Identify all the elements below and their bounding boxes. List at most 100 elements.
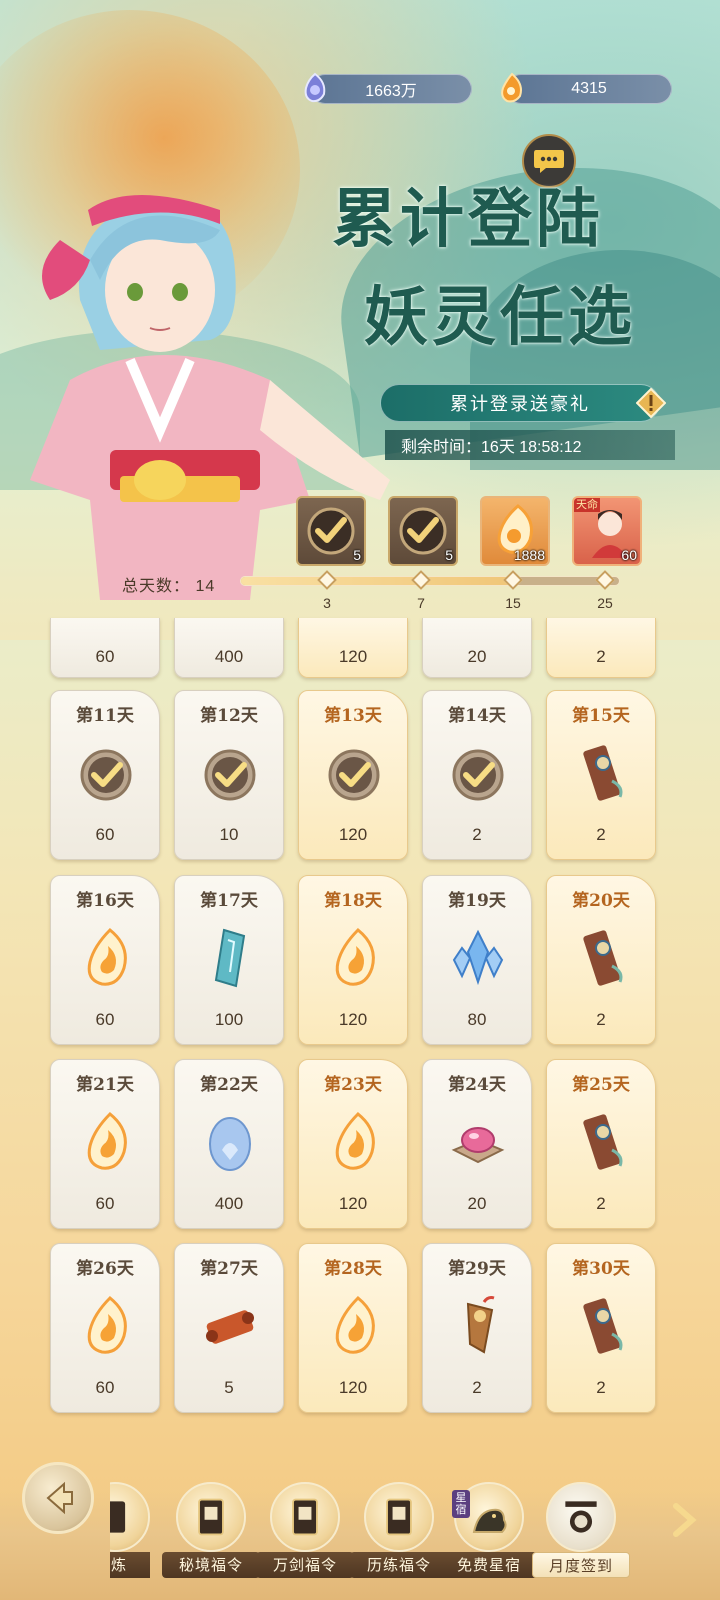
reward-amount: 60 (95, 1010, 115, 1029)
reward-card[interactable]: 60 (50, 618, 160, 678)
spirit-flame-icon (324, 1294, 384, 1358)
reward-card[interactable]: 第27天 5 (174, 1243, 284, 1413)
sign-in-icon (546, 1482, 616, 1552)
reward-amount: 120 (338, 825, 368, 844)
reward-count: 5 (445, 547, 453, 563)
reward-card[interactable]: 第30天 2 (546, 1243, 656, 1413)
jade-shard-icon (200, 926, 260, 990)
day-label: 第17天 (200, 891, 258, 911)
coin-icon (304, 72, 326, 103)
reward-amount: 20 (467, 1194, 487, 1213)
reward-count: 5 (353, 547, 361, 563)
milestone-reward-4[interactable]: 天命 60 (572, 496, 642, 566)
event-title-line2: 妖灵任选 (364, 280, 636, 355)
reward-card[interactable]: 第20天 2 (546, 875, 656, 1045)
reward-card[interactable]: 第19天 80 (422, 875, 532, 1045)
reward-amount: 120 (338, 1378, 368, 1397)
reward-card[interactable]: 第18天 120 (298, 875, 408, 1045)
reward-amount: 120 (338, 1010, 368, 1029)
pink-gem-icon (448, 1110, 508, 1174)
tab-sign-in-icon[interactable]: 月度签到 (532, 1482, 630, 1592)
day-label: 第30天 (572, 1259, 630, 1279)
coin-balance: 1663万 (310, 74, 472, 104)
day-label: 第13天 (324, 706, 382, 726)
training-icon (110, 1482, 150, 1552)
spirit-balance: 4315 (506, 74, 672, 104)
reward-amount: 2 (596, 647, 606, 666)
reward-card[interactable]: 20 (422, 618, 532, 678)
reward-card[interactable]: 400 (174, 618, 284, 678)
reward-card[interactable]: 120 (298, 618, 408, 678)
milestone-node (503, 570, 523, 590)
total-days: 总天数： 14 (122, 572, 215, 596)
milestone-label: 3 (323, 595, 331, 611)
reward-card[interactable]: 第13天 120 (298, 690, 408, 860)
day-label: 第16天 (76, 891, 134, 911)
reward-card[interactable]: 第29天 2 (422, 1243, 532, 1413)
day-label: 第18天 (324, 891, 382, 911)
day-label: 第27天 (200, 1259, 258, 1279)
spirit-flame-icon (76, 1110, 136, 1174)
reward-card[interactable]: 第28天 120 (298, 1243, 408, 1413)
total-days-label: 总天数： (122, 578, 191, 595)
reward-amount: 2 (596, 1010, 606, 1029)
reward-tag: 天命 (574, 498, 600, 512)
day-label: 第11天 (76, 706, 134, 726)
reward-card[interactable]: 第14天 2 (422, 690, 532, 860)
spirit-flame-icon (324, 926, 384, 990)
reward-amount: 60 (95, 1378, 115, 1397)
day-label: 第26天 (76, 1259, 134, 1279)
reward-amount: 400 (214, 647, 244, 666)
tab-label: 月度签到 (532, 1552, 630, 1578)
spirit-flame-icon (76, 926, 136, 990)
check-token-icon (448, 741, 508, 805)
check-token-icon (324, 741, 384, 805)
milestone-reward-3[interactable]: 1888 (480, 496, 550, 566)
event-banner: 1663万 4315 累计登陆 妖灵任选 累计登录送豪礼 剩余时间： 16天 1… (0, 0, 720, 640)
day-label: 第25天 (572, 1075, 630, 1095)
milestone-reward-2[interactable]: 5 (388, 496, 458, 566)
reward-card[interactable]: 第23天 120 (298, 1059, 408, 1229)
tab-badge: 星宿 (452, 1490, 470, 1518)
star-beast-icon: 星宿 (452, 1482, 524, 1552)
tab-fortune-tag-icon[interactable]: 秘境福令 (162, 1482, 260, 1592)
reward-amount: 2 (596, 825, 606, 844)
reward-card[interactable]: 第11天 60 (50, 690, 160, 860)
reward-card[interactable]: 第21天 60 (50, 1059, 160, 1229)
tab-fortune-tag-icon[interactable]: 万剑福令 (256, 1482, 354, 1592)
info-icon[interactable] (636, 388, 666, 418)
tab-fortune-tag-icon[interactable]: 历练福令 (350, 1482, 448, 1592)
milestone-label: 15 (505, 595, 521, 611)
reward-card[interactable]: 第24天 20 (422, 1059, 532, 1229)
reward-card[interactable]: 2 (546, 618, 656, 678)
spirit-flame-icon (324, 1110, 384, 1174)
reward-card[interactable]: 第26天 60 (50, 1243, 160, 1413)
remaining-time-label: 剩余时间： (401, 439, 482, 456)
reward-card[interactable]: 第15天 2 (546, 690, 656, 860)
reward-amount: 120 (338, 647, 368, 666)
reward-card[interactable]: 第12天 10 (174, 690, 284, 860)
reward-card[interactable]: 第17天 100 (174, 875, 284, 1045)
next-arrow-icon[interactable] (668, 1500, 698, 1540)
day-label: 第20天 (572, 891, 630, 911)
milestone-node (595, 570, 615, 590)
reward-card[interactable]: 第22天 400 (174, 1059, 284, 1229)
fortune-tag-icon (270, 1482, 340, 1552)
reward-card[interactable]: 第16天 60 (50, 875, 160, 1045)
tab-label: 免费星宿 (440, 1552, 538, 1578)
reward-amount: 100 (214, 1010, 244, 1029)
reward-amount: 2 (472, 1378, 482, 1397)
talisman-icon (572, 1110, 632, 1174)
day-label: 第23天 (324, 1075, 382, 1095)
spirit-balance-value: 4315 (571, 80, 607, 97)
reward-amount: 2 (596, 1378, 606, 1397)
back-button[interactable] (22, 1462, 94, 1534)
reward-card[interactable]: 第25天 2 (546, 1059, 656, 1229)
check-token-icon (76, 741, 136, 805)
day-label: 第19天 (448, 891, 506, 911)
milestone-reward-1[interactable]: 5 (296, 496, 366, 566)
reward-amount: 60 (95, 647, 115, 666)
progress-track (240, 576, 620, 586)
tab-star-beast-icon[interactable]: 星宿免费星宿 (440, 1482, 538, 1592)
tab-training-icon[interactable]: 历炼 (110, 1482, 150, 1592)
